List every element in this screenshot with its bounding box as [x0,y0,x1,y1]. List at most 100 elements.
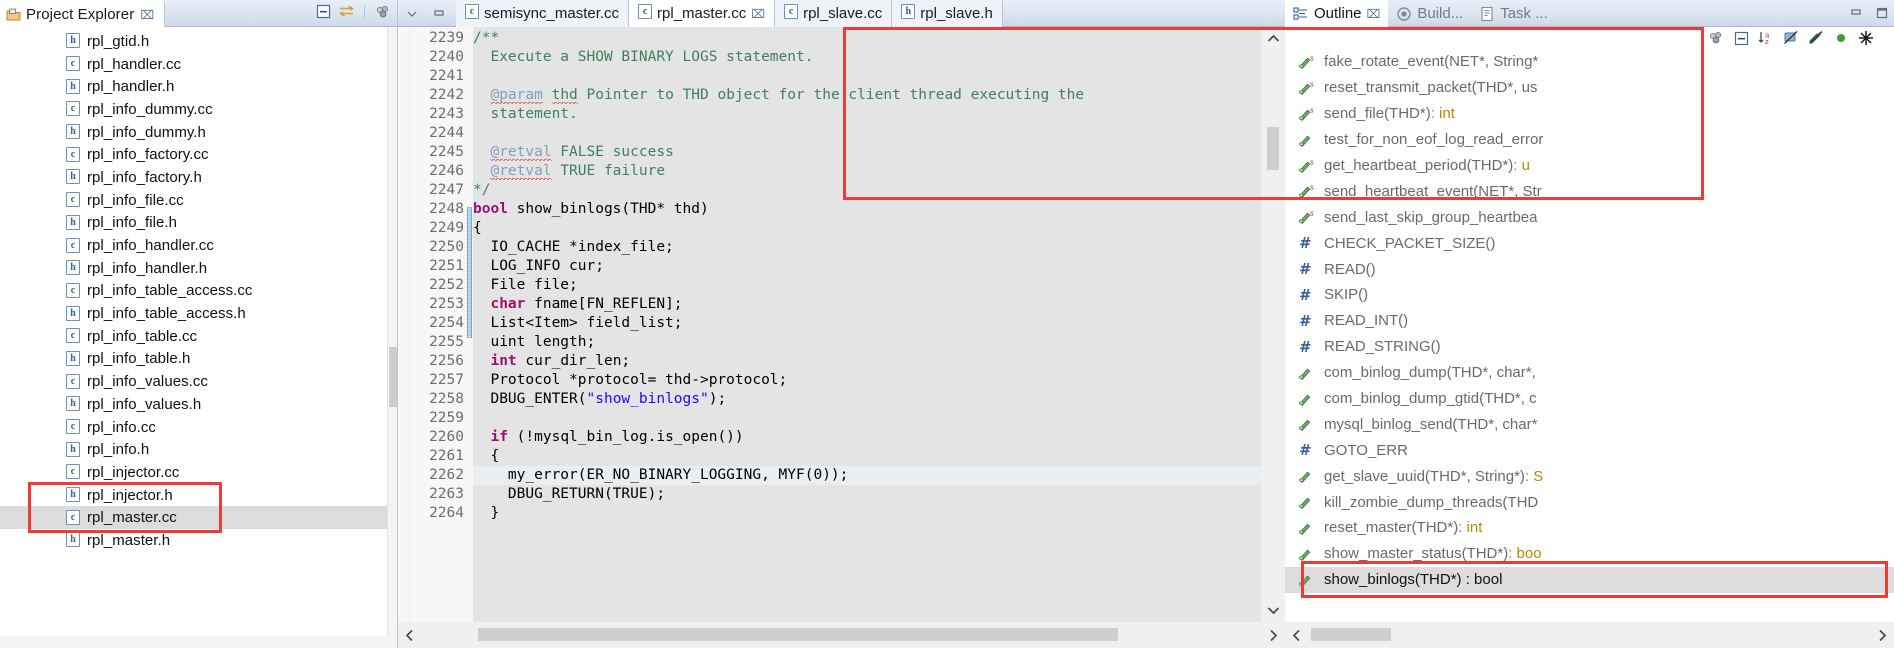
tree-item-rpl-info-dummy-h[interactable]: rpl_info_dummy.h [0,121,387,144]
code-line[interactable]: { [473,219,1261,238]
outline-item-list[interactable]: s fake_rotate_event(NET*, String* s reset_t… [1285,49,1894,622]
outline-item[interactable]: # CHECK_PACKET_SIZE() [1285,230,1894,256]
close-icon[interactable]: ⌧ [1367,8,1381,20]
maximize-icon[interactable] [1874,5,1890,21]
code-line[interactable]: */ [473,181,1261,200]
hide-static-members-icon[interactable]: s [1808,30,1824,46]
tab-project-explorer[interactable]: Project Explorer ⌧ [0,0,166,27]
code-line[interactable] [473,67,1261,86]
code-line[interactable]: List<Item> field_list; [473,314,1261,333]
editor-tab-rpl-master-cc[interactable]: rpl_master.cc ⌧ [629,0,776,27]
editor-vertical-scrollbar[interactable] [1261,27,1285,622]
view-menu-icon[interactable] [1708,30,1724,46]
hide-non-public-icon[interactable] [1833,30,1849,46]
code-line[interactable]: LOG_INFO cur; [473,257,1261,276]
tree-item-rpl-injector-cc[interactable]: rpl_injector.cc [0,461,387,484]
outline-item[interactable]: # READ() [1285,256,1894,282]
scrollbar-thumb[interactable] [389,347,397,407]
code-line[interactable]: char fname[FN_REFLEN]; [473,295,1261,314]
scroll-up-arrow-icon[interactable] [1261,27,1285,50]
outline-tab-list[interactable]: Outline ⌧ Build... Task ... [1285,0,1556,27]
tree-item-rpl-info-h[interactable]: rpl_info.h [0,438,387,461]
outline-item[interactable]: # SKIP() [1285,282,1894,308]
code-line[interactable]: DBUG_ENTER("show_binlogs"); [473,390,1261,409]
outline-item[interactable]: get_slave_uuid(THD*, String*) : S [1285,463,1894,489]
tree-item-rpl-info-file-h[interactable]: rpl_info_file.h [0,212,387,235]
code-line[interactable]: @retval FALSE success [473,143,1261,162]
code-line[interactable] [473,409,1261,428]
tree-item-rpl-gtid-h[interactable]: rpl_gtid.h [0,30,387,53]
code-line[interactable]: Execute a SHOW BINARY LOGS statement. [473,48,1261,67]
view-menu-icon[interactable] [374,3,391,20]
project-explorer-horizontal-scrollbar[interactable] [0,636,397,648]
code-line[interactable]: @retval TRUE failure [473,162,1261,181]
view-menu-chevron-icon[interactable] [404,6,420,22]
focus-on-active-task-icon[interactable] [1858,30,1874,46]
outline-item[interactable]: test_for_non_eof_log_read_error [1285,127,1894,153]
outline-item[interactable]: s send_last_skip_group_heartbea [1285,204,1894,230]
outline-item[interactable]: show_binlogs(THD*) : bool [1285,566,1894,593]
tree-item-rpl-info-factory-cc[interactable]: rpl_info_factory.cc [0,143,387,166]
editor-tab-rpl-slave-h[interactable]: rpl_slave.h [892,0,1003,27]
code-line[interactable]: Protocol *protocol= thd->protocol; [473,371,1261,390]
tree-item-rpl-info-table-access-cc[interactable]: rpl_info_table_access.cc [0,280,387,303]
code-line[interactable]: File file; [473,276,1261,295]
tree-item-rpl-info-table-cc[interactable]: rpl_info_table.cc [0,325,387,348]
minimize-icon[interactable] [1848,5,1864,21]
outline-item[interactable]: kill_zombie_dump_threads(THD [1285,489,1894,515]
scroll-right-arrow-icon[interactable] [1871,622,1894,648]
code-line[interactable]: IO_CACHE *index_file; [473,238,1261,257]
outline-item[interactable]: # GOTO_ERR [1285,437,1894,463]
code-line[interactable]: uint length; [473,333,1261,352]
scroll-left-arrow-icon[interactable] [398,622,421,648]
outline-horizontal-scrollbar[interactable] [1285,622,1894,648]
tree-item-rpl-info-handler-cc[interactable]: rpl_info_handler.cc [0,234,387,257]
scrollbar-thumb[interactable] [478,628,1118,641]
tree-item-rpl-handler-h[interactable]: rpl_handler.h [0,75,387,98]
tree-item-rpl-info-file-cc[interactable]: rpl_info_file.cc [0,189,387,212]
outline-item[interactable]: s get_heartbeat_period(THD*) : u [1285,153,1894,179]
tree-item-rpl-master-cc[interactable]: rpl_master.cc [0,506,387,530]
code-line[interactable]: @param thd Pointer to THD object for the… [473,86,1261,105]
editor-horizontal-scrollbar[interactable] [398,622,1285,648]
outline-item[interactable]: com_binlog_dump(THD*, char*, [1285,360,1894,386]
outline-item[interactable]: s send_file(THD*) : int [1285,101,1894,127]
tree-item-rpl-info-cc[interactable]: rpl_info.cc [0,416,387,439]
code-line[interactable] [473,124,1261,143]
outline-item[interactable]: reset_master(THD*) : int [1285,515,1894,541]
outline-item[interactable]: s fake_rotate_event(NET*, String* [1285,49,1894,75]
tree-item-rpl-master-h[interactable]: rpl_master.h [0,529,387,552]
code-line[interactable]: bool show_binlogs(THD* thd) [473,200,1261,219]
outline-tab-build[interactable]: Build... [1388,0,1471,27]
close-icon[interactable]: ⌧ [751,8,765,20]
tree-item-rpl-info-handler-h[interactable]: rpl_info_handler.h [0,257,387,280]
scroll-left-arrow-icon[interactable] [1285,622,1308,648]
code-line[interactable]: my_error(ER_NO_BINARY_LOGGING, MYF(0)); [473,466,1261,485]
tree-item-rpl-info-table-access-h[interactable]: rpl_info_table_access.h [0,302,387,325]
scrollbar-thumb[interactable] [1311,628,1391,641]
editor-code-area[interactable]: /** Execute a SHOW BINARY LOGS statement… [473,27,1261,622]
project-explorer-vertical-scrollbar[interactable] [387,27,397,636]
minimize-icon[interactable] [431,6,447,22]
scrollbar-thumb[interactable] [1267,127,1279,170]
tree-item-rpl-info-dummy-cc[interactable]: rpl_info_dummy.cc [0,98,387,121]
outline-tab-task[interactable]: Task ... [1471,0,1556,27]
tree-item-rpl-info-values-cc[interactable]: rpl_info_values.cc [0,370,387,393]
outline-item[interactable]: s reset_transmit_packet(THD*, us [1285,75,1894,101]
editor-tab-semisync-master-cc[interactable]: semisync_master.cc [456,0,630,27]
outline-item[interactable]: # READ_STRING() [1285,334,1894,360]
editor-tab-rpl-slave-cc[interactable]: rpl_slave.cc [775,0,893,27]
code-line[interactable]: { [473,447,1261,466]
tree-item-rpl-handler-cc[interactable]: rpl_handler.cc [0,53,387,76]
scroll-down-arrow-icon[interactable] [1261,599,1285,622]
tree-item-rpl-info-table-h[interactable]: rpl_info_table.h [0,348,387,371]
editor-tab-list[interactable]: semisync_master.cc rpl_master.cc ⌧ rpl_slav… [456,0,1003,27]
collapse-all-icon[interactable] [315,3,332,20]
outline-item[interactable]: # READ_INT() [1285,308,1894,334]
collapse-all-icon[interactable] [1733,30,1749,46]
scroll-right-arrow-icon[interactable] [1262,622,1285,648]
tree-item-rpl-info-values-h[interactable]: rpl_info_values.h [0,393,387,416]
code-line[interactable]: DBUG_RETURN(TRUE); [473,485,1261,504]
editor-marker-ruler[interactable] [398,27,410,622]
code-line[interactable]: if (!mysql_bin_log.is_open()) [473,428,1261,447]
